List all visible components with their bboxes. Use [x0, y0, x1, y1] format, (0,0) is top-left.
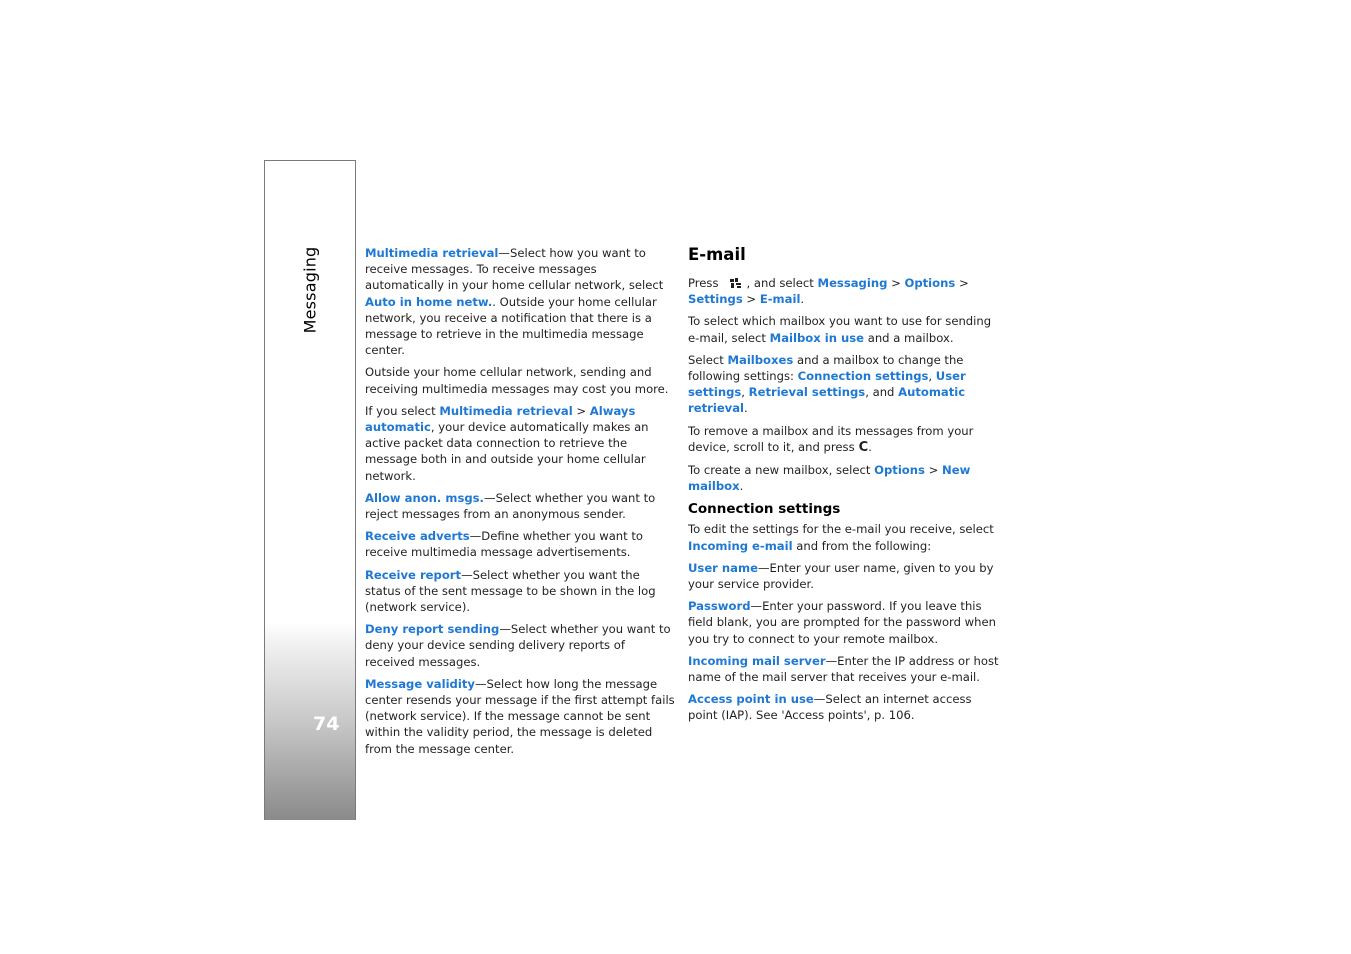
left-column: Multimedia retrieval—Select how you want… — [365, 245, 675, 763]
term-access-point-in-use: Access point in use — [688, 692, 814, 707]
term-multimedia-retrieval: Multimedia retrieval — [365, 246, 499, 260]
page-number: 74 — [313, 713, 340, 735]
paragraph-message-validity: Message validity—Select how long the mes… — [365, 676, 675, 756]
paragraph-incoming-email: To edit the settings for the e-mail you … — [688, 522, 994, 553]
heading-connection-settings: Connection settings — [688, 501, 841, 518]
term-incoming-email: Incoming e-mail — [688, 538, 793, 553]
term-settings: Settings — [688, 292, 743, 307]
term-password: Password — [688, 599, 751, 614]
term-incoming-mail-server: Incoming mail server — [688, 653, 826, 668]
term-connection-settings: Connection settings — [797, 369, 929, 384]
clear-key-icon: C — [858, 439, 869, 455]
heading-email: E-mail — [688, 245, 746, 264]
paragraph-receive-report: Receive report—Select whether you want t… — [365, 567, 656, 615]
paragraph-receive-adverts: Receive adverts—Define whether you want … — [365, 529, 644, 560]
paragraph-multimedia-retrieval: Multimedia retrieval—Select how you want… — [365, 246, 664, 358]
term-allow-anon-msgs: Allow anon. msgs. — [365, 490, 484, 505]
term-user-name: User name — [688, 560, 758, 575]
term-options: Options — [904, 276, 956, 290]
term-email: E-mail — [759, 292, 801, 307]
term-deny-report-sending: Deny report sending — [365, 622, 500, 637]
paragraph-incoming-mail-server: Incoming mail server—Enter the IP addres… — [688, 653, 999, 685]
term-messaging: Messaging — [817, 276, 888, 290]
right-column: E-mail Press, and select Messaging > Opt… — [688, 244, 1000, 730]
section-label: Messaging — [300, 246, 320, 334]
term-receive-adverts: Receive adverts — [365, 529, 470, 544]
paragraph-mailbox-in-use: To select which mailbox you want to use … — [688, 314, 992, 345]
term-mailbox-in-use: Mailbox in use — [769, 330, 865, 345]
paragraph-new-mailbox: To create a new mailbox, select Options … — [688, 463, 971, 494]
term-retrieval-settings: Retrieval settings — [748, 385, 866, 400]
paragraph-deny-report: Deny report sending—Select whether you w… — [365, 622, 671, 669]
menu-key-icon — [729, 278, 741, 288]
paragraph-password: Password—Enter your password. If you lea… — [688, 599, 996, 646]
paragraph-user-name: User name—Enter your user name, given to… — [688, 560, 994, 592]
term-mailboxes: Mailboxes — [727, 352, 794, 367]
paragraph-mailboxes: Select Mailboxes and a mailbox to change… — [688, 352, 966, 416]
paragraph-email-path: Press, and select Messaging > Options > … — [688, 276, 969, 307]
paragraph-remove-mailbox: To remove a mailbox and its messages fro… — [688, 423, 974, 455]
term-multimedia-retrieval: Multimedia retrieval — [439, 403, 573, 418]
term-options: Options — [874, 463, 925, 478]
term-receive-report: Receive report — [365, 567, 462, 582]
paragraph-access-point: Access point in use—Select an internet a… — [688, 692, 972, 723]
paragraph-always-automatic: If you select Multimedia retrieval > Alw… — [365, 403, 649, 483]
paragraph-allow-anon: Allow anon. msgs.—Select whether you wan… — [365, 490, 656, 522]
term-auto-in-home-netw: Auto in home netw. — [365, 294, 493, 309]
term-message-validity: Message validity — [365, 676, 475, 691]
paragraph-cost-note: Outside your home cellular network, send… — [365, 365, 669, 396]
